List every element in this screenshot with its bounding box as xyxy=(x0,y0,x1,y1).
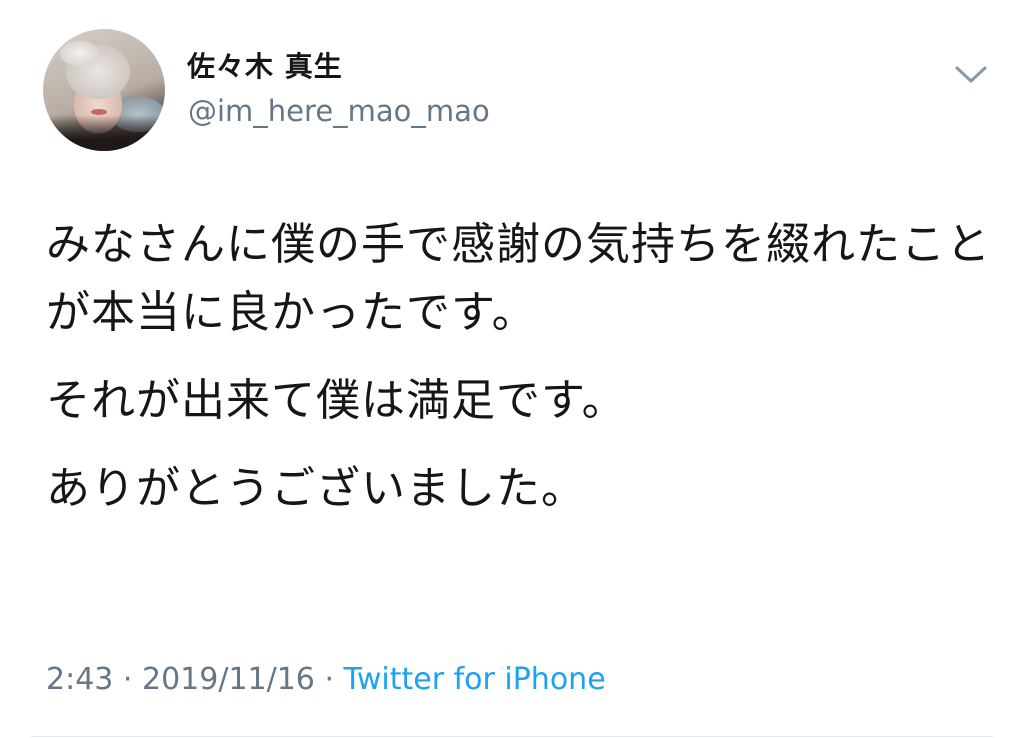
chevron-down-icon[interactable] xyxy=(953,62,989,86)
tweet-paragraph: みなさんに僕の手で感謝の気持ちを綴れたことが本当に良かったです。 xyxy=(46,219,991,338)
tweet-date[interactable]: 2019/11/16 xyxy=(142,662,315,697)
tweet-text: みなさんに僕の手で感謝の気持ちを綴れたことが本当に良かったです。 それが出来て僕… xyxy=(46,211,996,543)
avatar-detail xyxy=(91,109,107,115)
tweet-paragraph: ありがとうございました。 xyxy=(46,463,586,514)
tweet-source-link[interactable]: Twitter for iPhone xyxy=(344,662,606,697)
author-handle[interactable]: @im_here_mao_mao xyxy=(188,94,490,128)
divider xyxy=(30,736,994,737)
tweet-time[interactable]: 2:43 xyxy=(46,662,113,697)
tweet-paragraph: それが出来て僕は満足です。 xyxy=(46,375,627,426)
avatar-shade xyxy=(43,115,165,151)
author-display-name[interactable]: 佐々木 真生 xyxy=(187,50,343,84)
meta-separator: · xyxy=(113,662,142,697)
avatar[interactable] xyxy=(43,29,165,151)
tweet-metadata: 2:43 · 2019/11/16 · Twitter for iPhone xyxy=(46,660,606,700)
meta-separator: · xyxy=(314,662,344,697)
